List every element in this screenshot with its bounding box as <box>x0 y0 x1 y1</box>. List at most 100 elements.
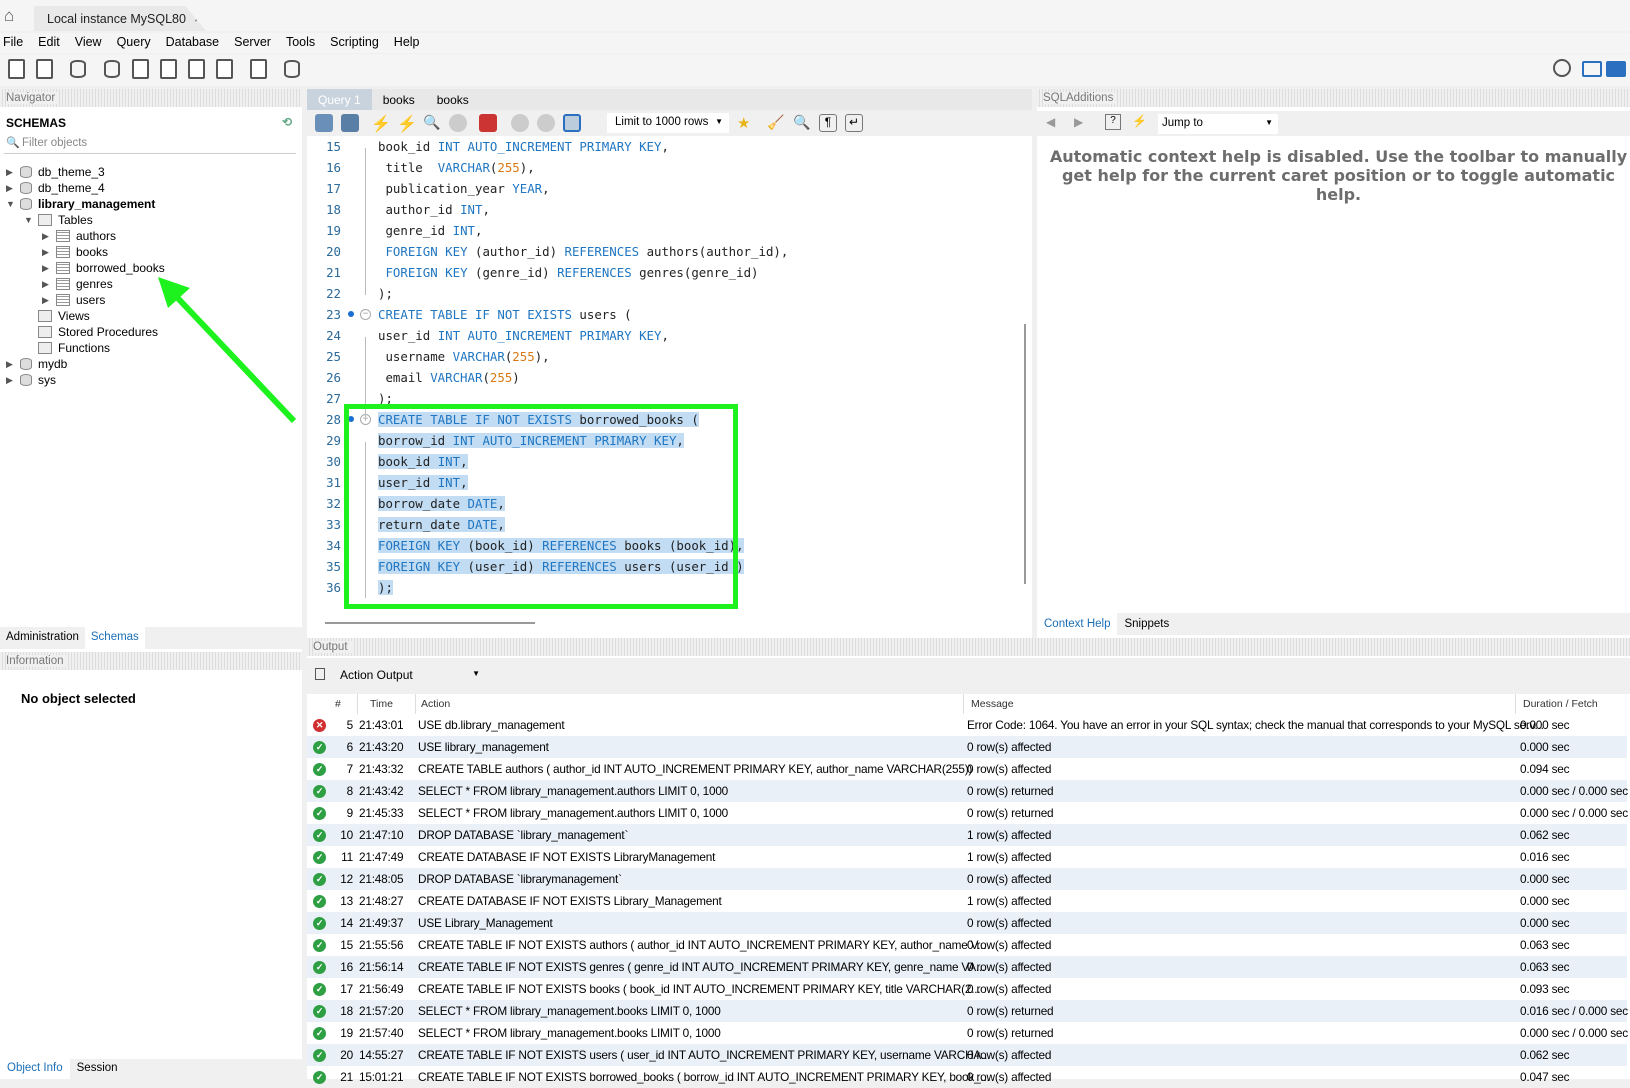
col-action[interactable]: Action <box>421 698 450 710</box>
row-action: DROP DATABASE `library_management` <box>418 828 629 842</box>
code-line: 21 FOREIGN KEY (genre_id) REFERENCES gen… <box>307 262 1022 283</box>
col-message[interactable]: Message <box>971 698 1014 710</box>
code-content: user_id INT AUTO_INCREMENT PRIMARY KEY, <box>378 328 669 343</box>
sql-identifier: genres(genre_id) <box>631 265 759 280</box>
code-text: CREATE TABLE IF NOT EXISTS users ( <box>378 307 632 322</box>
output-row[interactable]: ✓ 9 21:45:33 SELECT * FROM library_manageme… <box>307 802 1628 824</box>
add-snippet-icon[interactable]: ★ <box>737 114 755 132</box>
row-action: SELECT * FROM library_management.authors… <box>418 806 729 820</box>
code-content: book_id INT AUTO_INCREMENT PRIMARY KEY, <box>378 139 669 154</box>
limit-rows-value: Limit to 1000 rows <box>615 116 709 128</box>
toggle-error-stop-icon[interactable] <box>479 114 497 132</box>
output-row[interactable]: ✓ 21 15:01:21 CREATE TABLE IF NOT EXISTS bo… <box>307 1066 1627 1088</box>
code-line: 26 email VARCHAR(255) <box>307 367 1022 388</box>
limit-rows-select[interactable]: Limit to 1000 rows ▼ <box>607 113 729 133</box>
jump-to-select[interactable]: Jump to ▼ <box>1158 114 1278 134</box>
stop-icon[interactable] <box>449 114 467 132</box>
tab-snippets[interactable]: Snippets <box>1117 613 1176 635</box>
sql-identifier: (genre_id) <box>467 265 558 280</box>
sql-identifier: (author_id) <box>467 244 565 259</box>
col-time[interactable]: Time <box>370 698 393 710</box>
output-row[interactable]: ✓ 12 21:48:05 DROP DATABASE `librarymanagem… <box>307 868 1627 890</box>
back-icon[interactable]: ◀ <box>1046 115 1055 129</box>
beautify-icon[interactable]: 🧹 <box>767 114 785 132</box>
code-text: title VARCHAR(255), <box>378 160 534 175</box>
row-duration: 0.000 sec / 0.000 sec <box>1520 784 1628 798</box>
row-number: 9 <box>346 806 354 820</box>
horizontal-scrollbar[interactable] <box>325 622 535 624</box>
copy-icon[interactable] <box>315 668 325 680</box>
code-text: username VARCHAR(255), <box>378 349 549 364</box>
row-time: 21:57:40 <box>359 1026 404 1040</box>
sql-identifier: authors(author_id), <box>639 244 789 259</box>
output-type-select[interactable]: Action Output ▼ <box>337 665 483 685</box>
output-row[interactable]: ✓ 6 21:43:20 USE library_management 0 row(s)… <box>307 736 1627 758</box>
sql-identifier: , <box>661 139 669 154</box>
code-text: user_id INT AUTO_INCREMENT PRIMARY KEY, <box>378 328 669 343</box>
row-number: 21 <box>340 1070 353 1084</box>
code-text: book_id INT AUTO_INCREMENT PRIMARY KEY, <box>378 139 669 154</box>
col-duration[interactable]: Duration / Fetch <box>1523 698 1598 710</box>
settings-icon[interactable] <box>1553 59 1571 77</box>
sql-keyword: INT AUTO_INCREMENT PRIMARY KEY <box>437 328 662 343</box>
row-message: 1 row(s) affected <box>967 894 1052 908</box>
tab-session[interactable]: Session <box>70 1059 125 1079</box>
forward-icon[interactable]: ▶ <box>1074 115 1083 129</box>
auto-help-icon[interactable]: ⚡ <box>1132 114 1147 128</box>
highlight-box-annotation <box>344 404 738 609</box>
output-row[interactable]: ✓ 18 21:57:20 SELECT * FROM library_managem… <box>307 1000 1628 1022</box>
code-line: 22); <box>307 283 1022 304</box>
code-line: 23− CREATE TABLE IF NOT EXISTS users ( <box>307 304 1022 325</box>
code-content: FOREIGN KEY (genre_id) REFERENCES genres… <box>378 265 759 280</box>
output-row[interactable]: ✓ 16 21:56:14 CREATE TABLE IF NOT EXISTS ge… <box>307 956 1627 978</box>
output-row[interactable]: ✓ 14 21:49:37 USE Library_Management 0 row(s… <box>307 912 1627 934</box>
explain-icon[interactable]: 🔍 <box>423 114 441 132</box>
rollback-icon[interactable] <box>537 114 555 132</box>
row-action: CREATE DATABASE IF NOT EXISTS LibraryMan… <box>418 850 716 864</box>
row-duration: 0.000 sec / 0.000 sec <box>1520 806 1628 820</box>
tab-administration[interactable]: Administration <box>0 627 85 649</box>
chevron-down-icon: ▼ <box>472 669 480 678</box>
output-row[interactable]: ✓ 20 14:55:27 CREATE TABLE IF NOT EXISTS us… <box>307 1044 1627 1066</box>
invisible-chars-icon[interactable]: ¶ <box>819 114 837 132</box>
toggle-output-icon[interactable] <box>1606 61 1626 77</box>
row-time: 21:47:10 <box>359 828 404 842</box>
row-number: 12 <box>340 872 353 886</box>
line-number: 33 <box>326 517 341 532</box>
output-row[interactable]: ✓ 13 21:48:27 CREATE DATABASE IF NOT EXISTS… <box>307 890 1627 912</box>
commit-icon[interactable] <box>511 114 529 132</box>
manual-help-icon[interactable]: ? <box>1105 114 1121 130</box>
tab-schemas[interactable]: Schemas <box>84 627 145 649</box>
row-message: 0 row(s) affected <box>967 740 1052 754</box>
output-row[interactable]: ✓ 7 21:43:32 CREATE TABLE authors ( author_… <box>307 758 1627 780</box>
col-number[interactable]: # <box>335 698 341 710</box>
output-row[interactable]: ✓ 19 21:57:40 SELECT * FROM library_managem… <box>307 1022 1628 1044</box>
tab-object-info[interactable]: Object Info <box>0 1059 70 1079</box>
row-time: 15:01:21 <box>359 1070 404 1084</box>
find-icon[interactable]: 🔍 <box>793 114 811 132</box>
row-duration: 0.063 sec <box>1520 960 1570 974</box>
toggle-sidebar-icon[interactable] <box>1582 61 1602 77</box>
output-row[interactable]: ✓ 8 21:43:42 SELECT * FROM library_manageme… <box>307 780 1628 802</box>
code-line: 20 FOREIGN KEY (author_id) REFERENCES au… <box>307 241 1022 262</box>
row-time: 21:43:42 <box>359 784 404 798</box>
output-row[interactable]: ✓ 10 21:47:10 DROP DATABASE `library_manage… <box>307 824 1627 846</box>
line-number: 35 <box>326 559 341 574</box>
row-time: 21:47:49 <box>359 850 404 864</box>
word-wrap-icon[interactable]: ↵ <box>845 114 863 132</box>
row-action: CREATE TABLE IF NOT EXISTS users ( user_… <box>418 1048 991 1062</box>
output-row[interactable]: ✕ 5 21:43:01 USE db.library_management Error… <box>307 714 1627 736</box>
tab-books-2[interactable]: books <box>426 89 480 110</box>
output-row[interactable]: ✓ 17 21:56:49 CREATE TABLE IF NOT EXISTS bo… <box>307 978 1627 1000</box>
tab-context-help[interactable]: Context Help <box>1037 613 1118 635</box>
row-message: 0 row(s) affected <box>967 872 1052 886</box>
sql-identifier: , <box>482 202 490 217</box>
output-row[interactable]: ✓ 11 21:47:49 CREATE DATABASE IF NOT EXISTS… <box>307 846 1627 868</box>
vertical-scrollbar[interactable] <box>1024 324 1026 584</box>
code-content: FOREIGN KEY (author_id) REFERENCES autho… <box>378 244 788 259</box>
row-message: 0 row(s) returned <box>967 1026 1054 1040</box>
row-action: CREATE DATABASE IF NOT EXISTS Library_Ma… <box>418 894 722 908</box>
autocommit-icon[interactable] <box>563 114 581 132</box>
output-row[interactable]: ✓ 15 21:55:56 CREATE TABLE IF NOT EXISTS au… <box>307 934 1627 956</box>
sql-additions-panel: SQLAdditions ◀ ▶ ? ⚡ Jump to ▼ Automatic … <box>1037 89 1630 641</box>
